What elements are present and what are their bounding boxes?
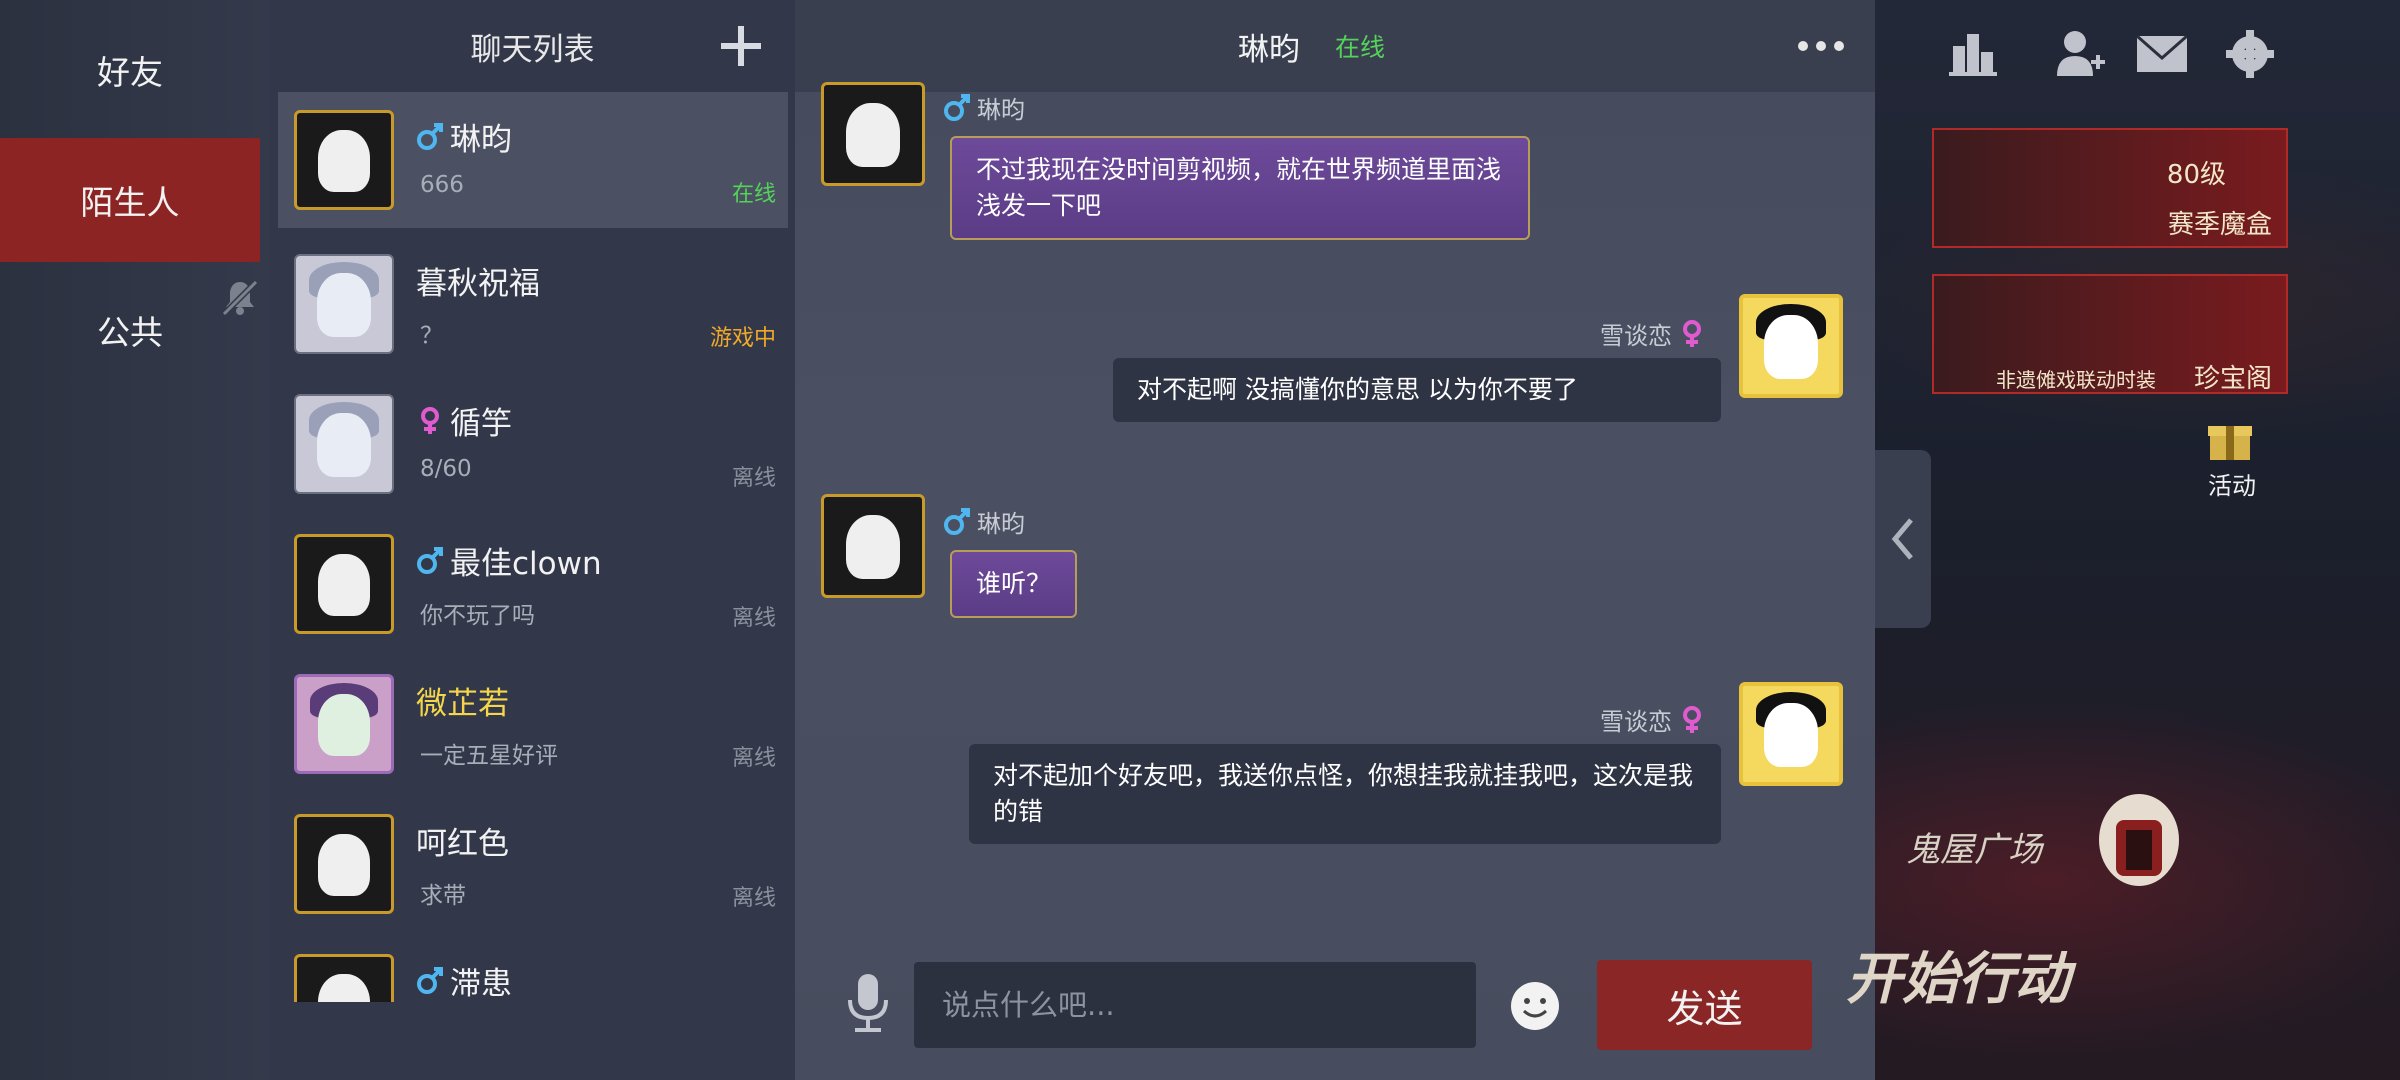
contact-status: 游戏中: [709, 326, 776, 351]
chevron-left-icon: [1891, 518, 1913, 560]
activity-icon[interactable]: [2206, 422, 2254, 464]
chat-header: 琳昀 在线: [795, 0, 1875, 92]
contact-message-preview: ？: [420, 323, 443, 349]
chat-contact-status: 在线: [1335, 33, 1386, 62]
female-icon: [421, 406, 439, 434]
chat-list-item[interactable]: 微芷若一定五星好评 离线: [278, 656, 788, 792]
contact-status: 离线: [731, 466, 776, 491]
message-sender: 雪谈恋: [1600, 702, 1706, 737]
chat-list-item[interactable]: 呵红色求带 离线: [278, 796, 788, 932]
chat-list-item[interactable]: 暮秋祝福 ？ 游戏中: [278, 236, 788, 372]
chat-list-header: 聊天列表: [270, 0, 795, 92]
mask-icon[interactable]: [2094, 790, 2184, 890]
male-icon: [417, 122, 443, 150]
message-bubble: 谁听？: [950, 550, 1078, 618]
category-strangers[interactable]: 陌生人: [0, 138, 260, 262]
contact-avatar: [294, 954, 394, 1002]
contact-avatar: [294, 254, 394, 354]
contact-status: 离线: [731, 746, 776, 771]
female-icon: [1683, 705, 1701, 733]
chat-list-title: 聊天列表: [470, 31, 595, 68]
treasure-pavilion-label: 珍宝阁: [2193, 364, 2272, 394]
message-avatar[interactable]: [821, 82, 925, 186]
contact-avatar: [294, 110, 394, 210]
contact-name: 最佳clown: [416, 538, 602, 583]
top-right-toolbar: [1949, 30, 2274, 78]
season-box-level: 80级: [2166, 160, 2226, 190]
message-sender: 雪谈恋: [1600, 316, 1706, 351]
message-sender: 琳昀: [943, 90, 1025, 125]
contact-avatar: [294, 534, 394, 634]
category-friends[interactable]: 好友: [0, 8, 260, 132]
message-sender: 琳昀: [943, 504, 1025, 539]
contact-message-preview: 666: [420, 172, 464, 198]
contact-name: 微芷若: [416, 686, 509, 722]
contact-name: 滞患: [416, 958, 512, 1002]
message-bubble: 不过我现在没时间剪视频，就在世界频道里面浅浅发一下吧: [950, 136, 1530, 240]
message-avatar[interactable]: [1739, 682, 1843, 786]
message-bubble: 对不起啊 没搞懂你的意思 以为你不要了: [1113, 358, 1721, 422]
mute-icon: [221, 279, 259, 317]
gear-icon[interactable]: [2226, 30, 2274, 78]
activity-label[interactable]: 活动: [2208, 466, 2256, 501]
mail-icon[interactable]: [2136, 34, 2188, 72]
contact-name: 呵红色: [416, 826, 509, 862]
contact-message-preview: 一定五星好评: [420, 743, 558, 769]
message-input[interactable]: [914, 962, 1476, 1048]
contact-avatar: [294, 394, 394, 494]
chat-list-item[interactable]: 循竽 8/60 离线: [278, 376, 788, 512]
add-chat-icon[interactable]: [719, 24, 763, 68]
chat-list-item[interactable]: 滞患: [278, 936, 788, 1002]
chat-panel: 琳昀 在线 琳昀 不过我现在没时间剪视频，就在世界频道里面浅浅发一下吧 雪谈恋 …: [795, 0, 1875, 1080]
more-options-icon[interactable]: [1795, 32, 1847, 60]
season-box-label: 赛季魔盒: [2167, 210, 2272, 240]
category-sidebar: 好友 陌生人 公共: [0, 0, 270, 1080]
message-avatar[interactable]: [821, 494, 925, 598]
chat-list-item[interactable]: 琳昀 666 在线: [278, 92, 788, 228]
male-icon: [417, 966, 443, 994]
contact-status: 离线: [731, 886, 776, 911]
contact-status: 在线: [731, 182, 776, 207]
haunted-house-plaza-label[interactable]: 鬼屋广场: [1906, 822, 2042, 871]
contact-avatar: [294, 814, 394, 914]
contact-avatar: [294, 674, 394, 774]
chat-list-item[interactable]: 最佳clown 你不玩了吗 离线: [278, 516, 788, 652]
season-box-card[interactable]: 80级 赛季魔盒: [1932, 128, 2288, 248]
collab-costume-label: 非遗傩戏联动时装: [1996, 368, 2156, 392]
chat-contact-name: 琳昀: [1238, 32, 1300, 68]
add-friend-icon[interactable]: [2057, 31, 2105, 76]
ranking-icon[interactable]: [1949, 34, 1997, 76]
emoji-icon[interactable]: [1509, 980, 1561, 1032]
contact-name: 琳昀: [416, 114, 512, 159]
collapse-panel-tab[interactable]: [1875, 450, 1931, 628]
contact-status: 离线: [731, 606, 776, 631]
contact-name: 暮秋祝福: [416, 266, 540, 302]
contact-message-preview: 8/60: [420, 456, 472, 482]
message-avatar[interactable]: [1739, 294, 1843, 398]
contact-message-preview: 你不玩了吗: [420, 603, 535, 629]
male-icon: [944, 507, 970, 535]
male-icon: [417, 546, 443, 574]
microphone-icon[interactable]: [843, 972, 893, 1038]
contact-message-preview: 求带: [420, 883, 466, 909]
collab-costume-card[interactable]: 非遗傩戏联动时装 珍宝阁: [1932, 274, 2288, 394]
message-bubble: 对不起加个好友吧，我送你点怪，你想挂我就挂我吧，这次是我的错: [969, 744, 1721, 844]
send-button[interactable]: 发送: [1597, 960, 1812, 1050]
female-icon: [1683, 319, 1701, 347]
chat-list-panel: 聊天列表 琳昀 666 在线 暮秋祝福？游戏中 循竽 8/60 离线 最佳clown 你不玩了吗…: [270, 0, 795, 1080]
start-action-label[interactable]: 开始行动: [1846, 934, 2070, 1015]
contact-name: 循竽: [416, 398, 512, 443]
male-icon: [944, 93, 970, 121]
